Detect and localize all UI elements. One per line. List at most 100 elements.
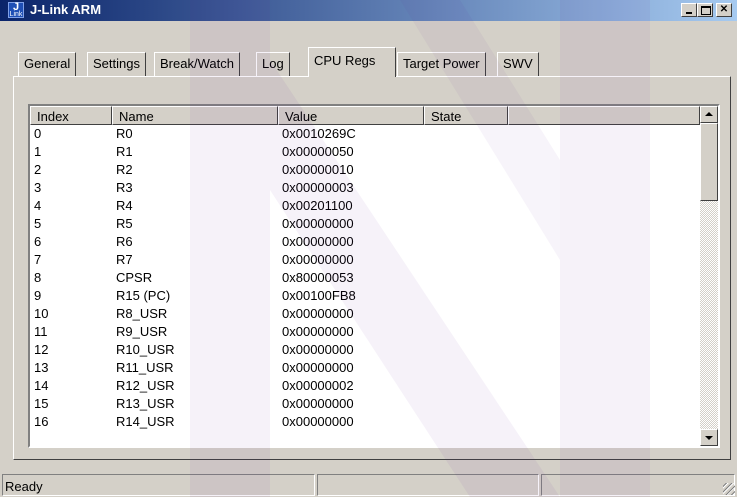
- register-value: 0x00000000: [282, 342, 354, 357]
- register-name: R9_USR: [116, 324, 168, 339]
- register-index: 10: [34, 306, 49, 321]
- table-row[interactable]: 13 R11_USR 0x00000000: [30, 359, 700, 377]
- register-list-body: Index Name Value State 0 R0 0x0010269C 1 R1 0…: [30, 106, 700, 446]
- tab-swv[interactable]: SWV: [497, 52, 539, 76]
- register-value: 0x00000000: [282, 306, 354, 321]
- register-index: 13: [34, 360, 49, 375]
- register-index: 15: [34, 396, 49, 411]
- register-index: 9: [34, 288, 42, 303]
- title-bar[interactable]: J Link J-Link ARM ✕: [0, 0, 737, 21]
- minimize-icon: [686, 12, 692, 14]
- register-name: R13_USR: [116, 396, 175, 411]
- resize-grip-icon[interactable]: [723, 483, 735, 495]
- tab-log[interactable]: Log: [256, 52, 290, 76]
- register-value: 0x00000000: [282, 414, 354, 429]
- register-list[interactable]: Index Name Value State 0 R0 0x0010269C 1 R1 0…: [28, 104, 720, 448]
- table-row[interactable]: 7 R7 0x00000000: [30, 251, 700, 269]
- jlink-app-icon: J Link: [8, 1, 24, 18]
- close-icon: ✕: [719, 4, 729, 15]
- arrow-up-icon: [705, 112, 713, 116]
- minimize-button[interactable]: [681, 3, 697, 17]
- close-button[interactable]: ✕: [716, 3, 732, 17]
- maximize-button[interactable]: [697, 3, 713, 17]
- register-value: 0x0010269C: [282, 126, 356, 141]
- tab-cpu-regs[interactable]: CPU Regs: [308, 47, 396, 77]
- register-value: 0x00000000: [282, 234, 354, 249]
- register-index: 0: [34, 126, 42, 141]
- tab-label: General: [24, 56, 71, 71]
- table-row[interactable]: 16 R14_USR 0x00000000: [30, 413, 700, 431]
- app-icon-caption: Link: [9, 11, 23, 18]
- tab-label: Target Power: [403, 56, 480, 71]
- column-header-index[interactable]: Index: [30, 106, 112, 125]
- register-value: 0x00000000: [282, 216, 354, 231]
- register-name: CPSR: [116, 270, 153, 285]
- scroll-down-button[interactable]: [700, 429, 718, 446]
- register-value: 0x00000003: [282, 180, 354, 195]
- column-header-filler: [508, 106, 700, 125]
- register-name: R1: [116, 144, 133, 159]
- register-index: 12: [34, 342, 49, 357]
- register-index: 6: [34, 234, 42, 249]
- tab-settings[interactable]: Settings: [87, 52, 146, 76]
- window-title: J-Link ARM: [30, 2, 102, 17]
- register-name: R11_USR: [116, 360, 174, 375]
- table-row[interactable]: 0 R0 0x0010269C: [30, 125, 700, 143]
- tab-label: CPU Regs: [314, 53, 376, 68]
- column-header-value[interactable]: Value: [278, 106, 424, 125]
- table-row[interactable]: 3 R3 0x00000003: [30, 179, 700, 197]
- register-index: 4: [34, 198, 42, 213]
- table-row[interactable]: 9 R15 (PC) 0x00100FB8: [30, 287, 700, 305]
- register-index: 3: [34, 180, 42, 195]
- table-row[interactable]: 15 R13_USR 0x00000000: [30, 395, 700, 413]
- column-header-name[interactable]: Name: [112, 106, 278, 125]
- table-row[interactable]: 10 R8_USR 0x00000000: [30, 305, 700, 323]
- table-row[interactable]: 4 R4 0x00201100: [30, 197, 700, 215]
- table-row[interactable]: 11 R9_USR 0x00000000: [30, 323, 700, 341]
- register-index: 11: [34, 324, 48, 339]
- register-index: 14: [34, 378, 49, 393]
- tab-general[interactable]: General: [18, 52, 77, 76]
- register-name: R5: [116, 216, 133, 231]
- tab-target-power[interactable]: Target Power: [397, 52, 486, 76]
- register-index: 7: [34, 252, 42, 267]
- scroll-thumb[interactable]: [700, 123, 718, 201]
- scroll-up-button[interactable]: [700, 106, 718, 123]
- maximize-icon: [701, 6, 711, 15]
- register-name: R4: [116, 198, 133, 213]
- status-text: Ready: [5, 479, 43, 494]
- register-value: 0x00000002: [282, 378, 354, 393]
- register-index: 5: [34, 216, 42, 231]
- column-header-state[interactable]: State: [424, 106, 508, 125]
- status-bar: Ready: [0, 472, 737, 497]
- register-value: 0x00000000: [282, 360, 354, 375]
- table-row[interactable]: 2 R2 0x00000010: [30, 161, 700, 179]
- table-row[interactable]: 1 R1 0x00000050: [30, 143, 700, 161]
- register-index: 2: [34, 162, 42, 177]
- tab-break-watch[interactable]: Break/Watch: [154, 52, 240, 76]
- active-tab-joiner: [309, 76, 395, 78]
- table-row[interactable]: 6 R6 0x00000000: [30, 233, 700, 251]
- register-name: R10_USR: [116, 342, 175, 357]
- status-pane-3: [541, 474, 735, 496]
- register-index: 8: [34, 270, 42, 285]
- register-value: 0x00000010: [282, 162, 354, 177]
- jlink-window: J Link J-Link ARM ✕ General Settings Bre…: [0, 0, 737, 497]
- tab-label: Break/Watch: [160, 56, 234, 71]
- tab-label: SWV: [503, 56, 533, 71]
- register-name: R0: [116, 126, 133, 141]
- table-row[interactable]: 14 R12_USR 0x00000002: [30, 377, 700, 395]
- register-name: R15 (PC): [116, 288, 171, 303]
- register-name: R6: [116, 234, 133, 249]
- register-value: 0x00000000: [282, 396, 354, 411]
- table-row[interactable]: 12 R10_USR 0x00000000: [30, 341, 700, 359]
- vertical-scrollbar[interactable]: [700, 106, 718, 446]
- table-row[interactable]: 5 R5 0x00000000: [30, 215, 700, 233]
- table-row[interactable]: 8 CPSR 0x80000053: [30, 269, 700, 287]
- column-label: Name: [119, 109, 154, 124]
- register-value: 0x80000053: [282, 270, 354, 285]
- register-value: 0x00000000: [282, 252, 354, 267]
- register-index: 16: [34, 414, 49, 429]
- tab-label: Log: [262, 56, 284, 71]
- register-value: 0x00000050: [282, 144, 354, 159]
